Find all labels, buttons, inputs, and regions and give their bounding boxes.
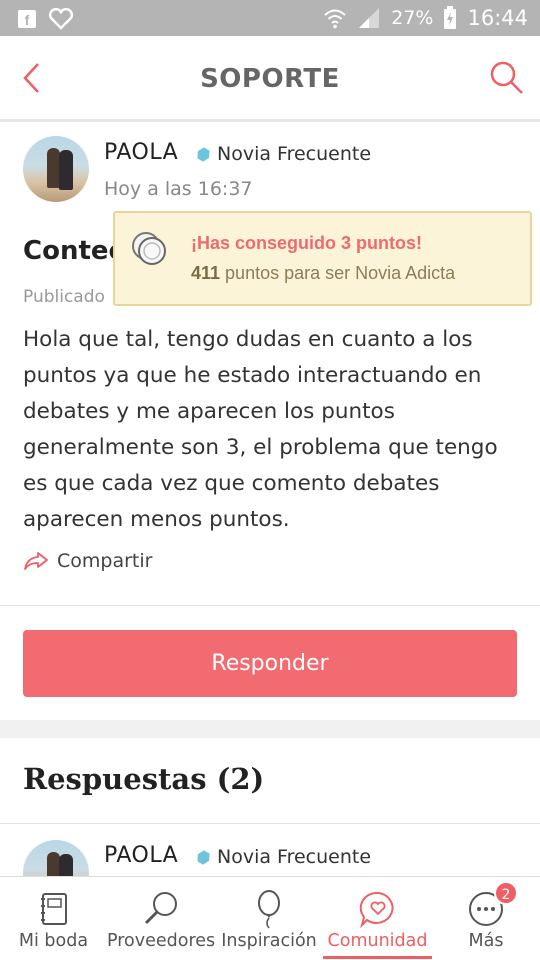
toast-subtitle-text: puntos para ser Novia Adicta <box>220 263 456 283</box>
signal-icon <box>359 8 380 28</box>
nav-comunidad[interactable]: Comunidad <box>323 877 432 960</box>
section-separator <box>0 720 540 738</box>
facebook-notification-icon: f <box>18 10 36 28</box>
bottom-navigation: Mi boda Proveedores Inspiración Comunida… <box>0 876 540 960</box>
points-toast[interactable]: ¡Has conseguido 3 puntos! 411 puntos par… <box>113 211 532 306</box>
post-title: Conteo <box>23 236 127 266</box>
clock: 16:44 <box>467 6 528 30</box>
balloon-icon <box>258 890 280 929</box>
heart-notification-icon <box>48 8 74 30</box>
nav-label: Mi boda <box>18 931 89 951</box>
battery-charging-icon <box>444 6 457 29</box>
author-name[interactable]: PAOLA <box>104 140 178 165</box>
toast-subtitle: 411 puntos para ser Novia Adicta <box>191 263 455 284</box>
nav-mi-boda[interactable]: Mi boda <box>0 877 107 960</box>
chat-heart-icon <box>359 891 393 929</box>
post-timestamp: Hoy a las 16:37 <box>104 178 253 200</box>
answers-heading: Respuestas (2) <box>23 762 265 796</box>
toast-title: ¡Has conseguido 3 puntos! <box>191 233 423 253</box>
status-bar: f 27% 16:44 <box>0 0 540 36</box>
divider <box>0 823 540 824</box>
nav-label: Más <box>468 931 504 951</box>
page-title: SOPORTE <box>200 64 340 94</box>
nav-mas[interactable]: 2 Más <box>432 877 540 960</box>
badge-hexagon-icon <box>195 146 213 164</box>
divider <box>0 605 540 606</box>
answer-author-badge: Novia Frecuente <box>217 846 372 868</box>
share-arrow-icon <box>24 552 48 570</box>
notebook-icon <box>40 893 67 925</box>
author-avatar[interactable] <box>23 136 89 202</box>
nav-label: Proveedores <box>107 931 216 951</box>
toast-points: 411 <box>191 263 221 283</box>
battery-percent: 27% <box>391 7 434 29</box>
share-label: Compartir <box>57 550 153 572</box>
nav-inspiracion[interactable]: Inspiración <box>215 877 323 960</box>
post-body: Hola que tal, tengo dudas en cuanto a lo… <box>23 327 498 532</box>
magnifier-icon <box>144 892 177 925</box>
answer-author-name[interactable]: PAOLA <box>104 843 178 868</box>
nav-proveedores[interactable]: Proveedores <box>107 877 215 960</box>
post-meta: Publicado <box>23 287 105 307</box>
search-icon[interactable] <box>486 58 526 98</box>
author-badge: Novia Frecuente <box>217 143 372 165</box>
app-header: SOPORTE <box>0 36 540 122</box>
nav-label: Comunidad <box>327 931 428 951</box>
coins-icon <box>132 232 166 265</box>
badge-hexagon-icon <box>195 849 213 867</box>
nav-label: Inspiración <box>221 931 317 951</box>
reply-button[interactable]: Responder <box>23 630 517 697</box>
notification-badge: 2 <box>494 881 518 905</box>
wifi-icon <box>324 9 346 29</box>
share-button[interactable]: Compartir <box>23 550 152 572</box>
